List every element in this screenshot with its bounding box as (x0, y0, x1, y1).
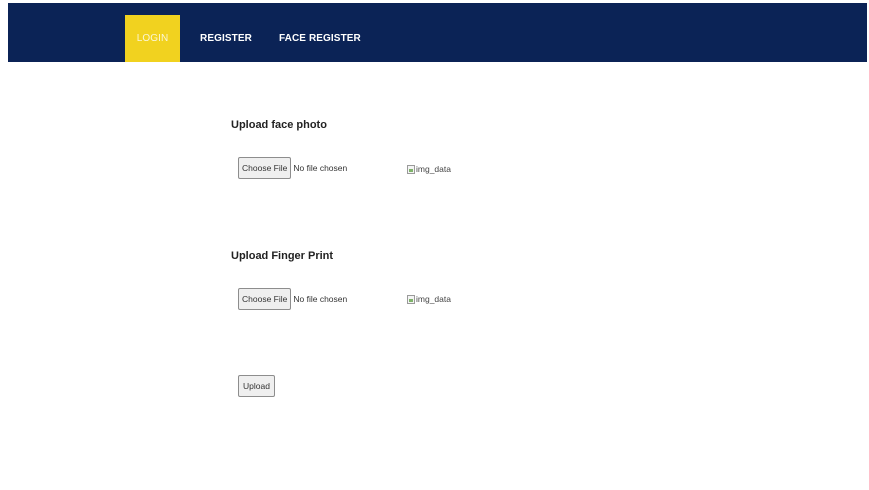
finger-image-alt: img_data (416, 294, 451, 304)
face-file-status: No file chosen (293, 163, 348, 173)
navbar: LOGIN REGISTER FACE REGISTER (8, 3, 867, 62)
face-file-input[interactable]: Choose File No file chosen (238, 157, 347, 179)
broken-image-icon (407, 164, 415, 174)
finger-image-preview: img_data (407, 292, 451, 306)
finger-print-title: Upload Finger Print (231, 250, 334, 262)
face-image-preview: img_data (407, 162, 451, 176)
face-photo-title: Upload face photo (231, 119, 327, 131)
upload-button[interactable]: Upload (238, 375, 275, 397)
finger-file-input[interactable]: Choose File No file chosen (238, 288, 347, 310)
finger-file-status: No file chosen (293, 294, 348, 304)
nav-login[interactable]: LOGIN (125, 15, 180, 62)
nav-face-register[interactable]: FACE REGISTER (279, 15, 361, 62)
face-choose-file-button[interactable]: Choose File (238, 157, 292, 179)
broken-image-icon (407, 294, 415, 304)
page: LOGIN REGISTER FACE REGISTER Upload face… (0, 0, 869, 490)
face-image-alt: img_data (416, 164, 451, 174)
finger-choose-file-button[interactable]: Choose File (238, 288, 292, 310)
nav-register[interactable]: REGISTER (200, 15, 252, 62)
